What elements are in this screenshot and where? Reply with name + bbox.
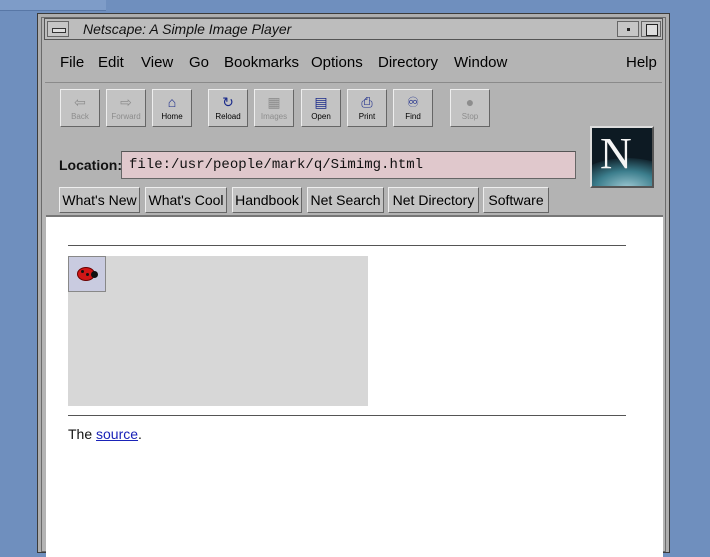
open-button[interactable]: ▤ Open (301, 89, 341, 127)
window-menu-icon[interactable] (47, 21, 69, 37)
forward-arrow-icon: ⇨ (120, 94, 132, 110)
browser-window: Netscape: A Simple Image Player File Edi… (37, 13, 670, 557)
ladybug-button[interactable] (68, 256, 106, 292)
window-title: Netscape: A Simple Image Player (83, 21, 292, 37)
handbook-button[interactable]: Handbook (232, 187, 302, 213)
menu-bar: File Edit View Go Bookmarks Options Dire… (46, 52, 661, 78)
source-suffix: . (138, 426, 142, 442)
stop-button[interactable]: ● Stop (450, 89, 490, 127)
reload-icon: ↻ (222, 94, 234, 110)
menu-edit[interactable]: Edit (98, 54, 124, 71)
home-icon: ⌂ (167, 94, 177, 110)
stop-icon: ● (465, 94, 475, 110)
source-line: The source. (68, 426, 142, 442)
back-arrow-icon: ⇦ (74, 94, 86, 110)
print-icon: ⎙ (361, 94, 373, 110)
image-player-area (68, 256, 368, 406)
whats-new-button[interactable]: What's New (59, 187, 140, 213)
source-prefix: The (68, 426, 93, 442)
net-search-button[interactable]: Net Search (307, 187, 384, 213)
browser-chrome: ⇦ Back ⇨ Forward ⌂ Home ↻ Reload ▦ Image… (45, 82, 662, 216)
print-button[interactable]: ⎙ Print (347, 89, 387, 127)
title-bar[interactable]: Netscape: A Simple Image Player (44, 18, 663, 40)
minimize-icon[interactable] (617, 21, 639, 37)
page-content: The source. (46, 215, 663, 557)
maximize-icon[interactable] (641, 21, 661, 37)
whats-cool-button[interactable]: What's Cool (145, 187, 227, 213)
menu-help[interactable]: Help (626, 54, 657, 71)
forward-button[interactable]: ⇨ Forward (106, 89, 146, 127)
open-icon: ▤ (314, 94, 328, 110)
menu-file[interactable]: File (60, 54, 84, 71)
desktop-strip (0, 0, 106, 11)
location-input[interactable]: file:/usr/people/mark/q/Simimg.html (121, 151, 576, 179)
menu-window[interactable]: Window (454, 54, 507, 71)
reload-button[interactable]: ↻ Reload (208, 89, 248, 127)
menu-bookmarks[interactable]: Bookmarks (224, 54, 299, 71)
software-button[interactable]: Software (483, 187, 549, 213)
home-button[interactable]: ⌂ Home (152, 89, 192, 127)
net-directory-button[interactable]: Net Directory (388, 187, 479, 213)
images-icon: ▦ (267, 94, 281, 110)
bottom-divider (68, 415, 626, 416)
source-link[interactable]: source (96, 426, 138, 442)
logo-n-glyph: N (600, 129, 632, 178)
top-divider (68, 245, 626, 246)
binoculars-icon: ♾ (406, 94, 420, 110)
ladybug-icon (77, 265, 98, 281)
back-button[interactable]: ⇦ Back (60, 89, 100, 127)
menu-options[interactable]: Options (311, 54, 363, 71)
images-button[interactable]: ▦ Images (254, 89, 294, 127)
find-button[interactable]: ♾ Find (393, 89, 433, 127)
menu-view[interactable]: View (141, 54, 173, 71)
menu-go[interactable]: Go (189, 54, 209, 71)
location-label: Location: (59, 157, 122, 173)
netscape-logo-icon[interactable]: N (590, 126, 654, 188)
menu-directory[interactable]: Directory (378, 54, 438, 71)
